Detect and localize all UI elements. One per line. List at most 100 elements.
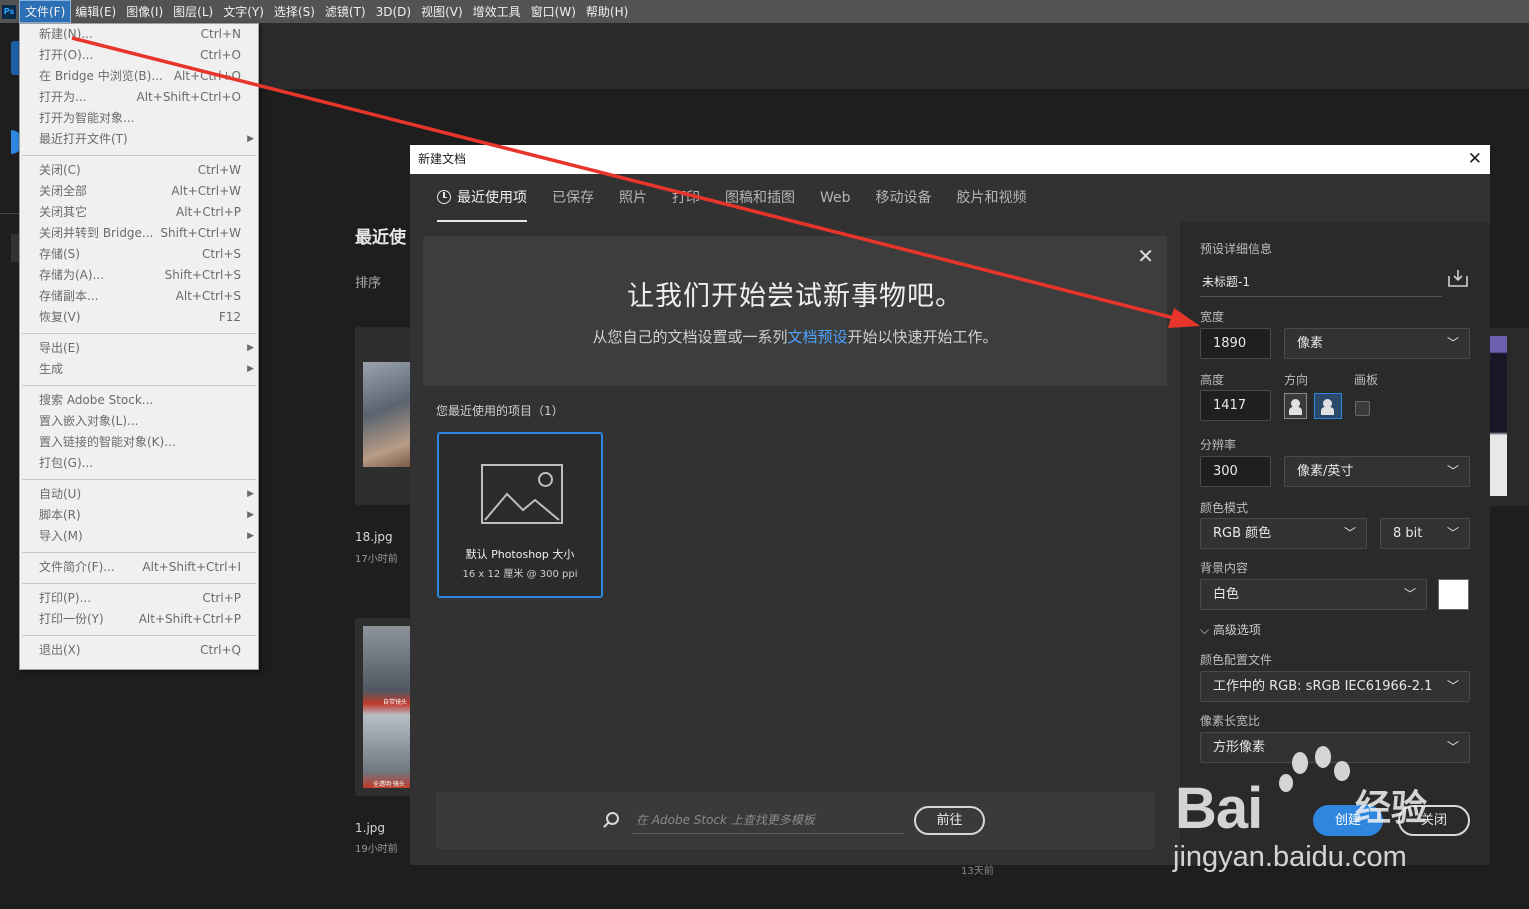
menu-item-label: 脚本(R) — [39, 508, 81, 522]
menu-separator — [22, 333, 256, 334]
landscape-orientation-button[interactable] — [1314, 393, 1342, 419]
file-menu-item[interactable]: 打印(P)... Ctrl+P — [20, 588, 258, 609]
menu-separator — [22, 155, 256, 156]
menu-bar: Ps 文件(F) 编辑(E) 图像(I) 图层(L) 文字(Y) 选择(S) 滤… — [0, 0, 1529, 23]
preset-card-default[interactable]: 默认 Photoshop 大小 16 x 12 厘米 @ 300 ppi — [437, 432, 603, 598]
tab-art-illustration[interactable]: 图稿和插图 — [725, 174, 795, 222]
document-presets-link[interactable]: 文档预设 — [787, 328, 847, 346]
menu-filter[interactable]: 滤镜(T) — [320, 1, 371, 22]
menu-window[interactable]: 窗口(W) — [526, 1, 581, 22]
resolution-input[interactable]: 300 — [1200, 456, 1271, 487]
file-menu-item[interactable]: 置入链接的智能对象(K)... — [20, 432, 258, 453]
file-menu-item[interactable]: 打开为... Alt+Shift+Ctrl+O — [20, 87, 258, 108]
menu-edit[interactable]: 编辑(E) — [70, 1, 121, 22]
recent-file-card[interactable]: 自带镜头 全透明·镜头 — [355, 618, 415, 796]
menu-help[interactable]: 帮助(H) — [581, 1, 633, 22]
submenu-arrow-icon: ▶ — [247, 343, 254, 353]
portrait-orientation-button[interactable] — [1284, 393, 1307, 419]
file-menu-item[interactable]: 关闭其它 Alt+Ctrl+P — [20, 202, 258, 223]
resolution-unit-select[interactable]: 像素/英寸 ﹀ — [1284, 456, 1470, 487]
file-menu-item[interactable]: 关闭并转到 Bridge... Shift+Ctrl+W — [20, 223, 258, 244]
advanced-options-toggle[interactable]: ⌵ 高级选项 — [1200, 621, 1261, 638]
menu-item-label: 打印一份(Y) — [39, 612, 104, 626]
menu-item-label: 关闭并转到 Bridge... — [39, 226, 154, 240]
color-mode-select[interactable]: RGB 颜色 ﹀ — [1200, 518, 1367, 549]
stock-search-input[interactable]: 在 Adobe Stock 上查找更多模板 — [632, 806, 904, 834]
file-menu-item[interactable]: 新建(N)... Ctrl+N — [20, 24, 258, 45]
tab-saved[interactable]: 已保存 — [552, 174, 594, 222]
menu-image[interactable]: 图像(I) — [121, 1, 168, 22]
menu-item-shortcut: Ctrl+W — [197, 163, 241, 177]
recent-file-name[interactable]: 18.jpg — [355, 530, 393, 544]
file-menu-item[interactable]: 存储副本... Alt+Ctrl+S — [20, 286, 258, 307]
menu-item-shortcut: Alt+Shift+Ctrl+I — [142, 560, 241, 574]
background-select[interactable]: 白色 ﹀ — [1200, 579, 1427, 610]
width-input[interactable]: 1890 — [1200, 328, 1271, 359]
menu-separator — [22, 583, 256, 584]
recent-items-label: 您最近使用的项目（1） — [436, 404, 564, 418]
menu-item-label: 恢复(V) — [39, 310, 81, 324]
file-menu-item[interactable]: 存储为(A)... Shift+Ctrl+S — [20, 265, 258, 286]
file-menu-item[interactable]: 退出(X) Ctrl+Q — [20, 640, 258, 661]
file-menu-item[interactable]: 关闭(C) Ctrl+W — [20, 160, 258, 181]
height-input[interactable]: 1417 — [1200, 390, 1271, 421]
color-mode-label: 颜色模式 — [1200, 501, 1249, 515]
menu-item-label: 关闭全部 — [39, 184, 88, 198]
tab-mobile[interactable]: 移动设备 — [876, 174, 932, 222]
menu-layer[interactable]: 图层(L) — [168, 1, 218, 22]
home-sort-label[interactable]: 排序 — [355, 272, 381, 291]
background-color-swatch[interactable] — [1438, 579, 1469, 610]
file-menu-item[interactable]: 导出(E) ▶ — [20, 338, 258, 359]
file-menu-item[interactable]: 关闭全部 Alt+Ctrl+W — [20, 181, 258, 202]
search-icon — [606, 812, 619, 825]
file-menu-item[interactable]: 置入嵌入对象(L)... — [20, 411, 258, 432]
menu-item-label: 关闭其它 — [39, 205, 88, 219]
file-menu-item[interactable]: 打印一份(Y) Alt+Shift+Ctrl+P — [20, 609, 258, 630]
file-menu-item[interactable]: 恢复(V) F12 — [20, 307, 258, 328]
menu-file[interactable]: 文件(F) — [18, 0, 72, 23]
bit-depth-select[interactable]: 8 bit ﹀ — [1380, 518, 1470, 549]
tab-web[interactable]: Web — [820, 174, 851, 222]
banner-title: 让我们开始尝试新事物吧。 — [627, 281, 963, 312]
menu-item-shortcut: Ctrl+S — [201, 247, 241, 261]
tab-recent[interactable]: 最近使用项 — [437, 174, 527, 222]
dialog-close-icon[interactable]: ✕ — [1468, 145, 1482, 173]
file-menu-item[interactable]: 存储(S) Ctrl+S — [20, 244, 258, 265]
tab-photo[interactable]: 照片 — [619, 174, 647, 222]
width-unit-select[interactable]: 像素 ﹀ — [1284, 328, 1470, 359]
file-menu-item[interactable]: 脚本(R) ▶ — [20, 505, 258, 526]
file-menu-item[interactable]: 文件简介(F)... Alt+Shift+Ctrl+I — [20, 557, 258, 578]
menu-item-label: 关闭(C) — [39, 163, 81, 177]
menu-select[interactable]: 选择(S) — [269, 1, 320, 22]
file-menu-item[interactable]: 打开(O)... Ctrl+O — [20, 45, 258, 66]
file-menu-item[interactable]: 打开为智能对象... — [20, 108, 258, 129]
stock-go-button[interactable]: 前往 — [914, 806, 985, 835]
menu-3d[interactable]: 3D(D) — [371, 3, 416, 21]
tab-print[interactable]: 打印 — [672, 174, 700, 222]
artboard-checkbox[interactable] — [1355, 401, 1370, 416]
menu-item-label: 自动(U) — [39, 487, 82, 501]
baidu-jingyan-watermark: Bai 经验 jingyan.baidu.com — [1165, 745, 1465, 885]
menu-view[interactable]: 视图(V) — [416, 1, 468, 22]
color-profile-select[interactable]: 工作中的 RGB: sRGB IEC61966-2.1 ﹀ — [1200, 671, 1470, 702]
recent-file-card[interactable] — [355, 327, 415, 505]
preset-tabs: 最近使用项 已保存 照片 打印 图稿和插图 Web 移动设备 胶片和视频 — [410, 174, 1180, 222]
file-menu-item[interactable]: 生成 ▶ — [20, 359, 258, 380]
file-menu-item[interactable]: 在 Bridge 中浏览(B)... Alt+Ctrl+O — [20, 66, 258, 87]
recent-file-name[interactable]: 1.jpg — [355, 821, 385, 835]
save-preset-icon[interactable] — [1448, 269, 1468, 287]
menu-type[interactable]: 文字(Y) — [218, 1, 269, 22]
menu-item-shortcut: Alt+Ctrl+O — [173, 69, 241, 83]
tab-film-video[interactable]: 胶片和视频 — [957, 174, 1027, 222]
menu-item-label: 最近打开文件(T) — [39, 132, 128, 146]
file-menu-item[interactable]: 导入(M) ▶ — [20, 526, 258, 547]
file-menu-item[interactable]: 打包(G)... — [20, 453, 258, 474]
photoshop-logo: Ps — [2, 4, 16, 19]
file-menu-item[interactable]: 最近打开文件(T) ▶ — [20, 129, 258, 150]
file-menu-item[interactable]: 自动(U) ▶ — [20, 484, 258, 505]
menu-plugins[interactable]: 增效工具 — [468, 1, 526, 22]
document-name-input[interactable]: 未标题-1 — [1200, 267, 1442, 297]
banner-close-icon[interactable]: ✕ — [1137, 244, 1154, 268]
file-menu-item[interactable]: 搜索 Adobe Stock... — [20, 390, 258, 411]
menu-item-shortcut: Alt+Shift+Ctrl+P — [138, 612, 241, 626]
